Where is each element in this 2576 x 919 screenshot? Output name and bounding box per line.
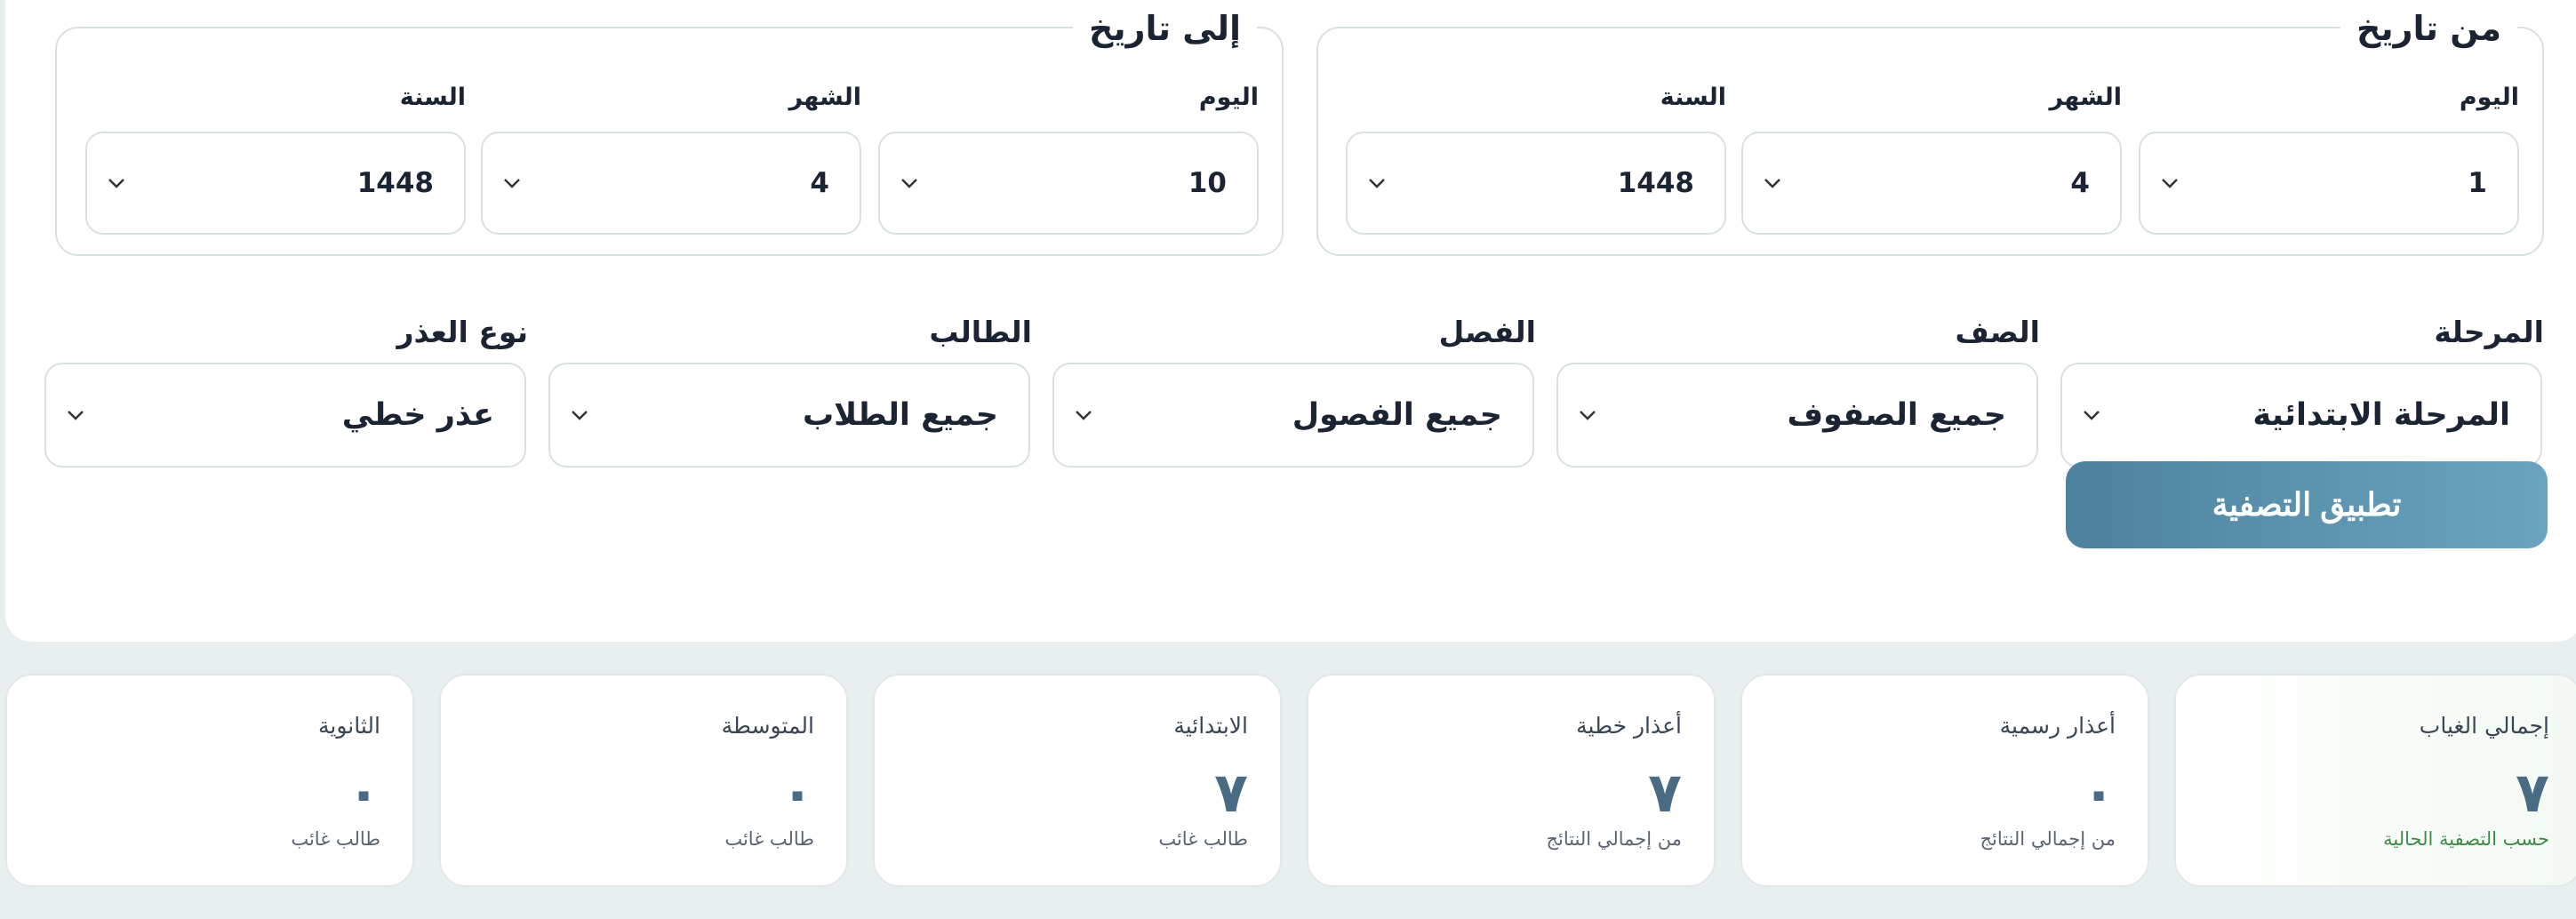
stat-subtitle: من إجمالي النتائج [1546, 828, 1682, 850]
student-select[interactable]: جميع الطلاب [548, 363, 1030, 467]
stat-card-secondary: الثانوية ٠ طالب غائب [5, 674, 414, 887]
stat-title: أعذار رسمية [1999, 713, 2116, 739]
stat-subtitle: طالب غائب [291, 828, 380, 850]
stat-subtitle: من إجمالي النتائج [1980, 828, 2116, 850]
to-month-value: 4 [810, 167, 829, 199]
to-year-value: 1448 [356, 167, 434, 199]
stat-value: ٧ [1648, 760, 1682, 825]
from-day-select[interactable]: 1 [2139, 132, 2519, 235]
to-date-group: إلى تاريخ اليوم الشهر السنة 10 4 1448 [55, 4, 1284, 256]
stat-title: المتوسطة [721, 713, 814, 739]
from-year-value: 1448 [1617, 167, 1694, 199]
stage-value: المرحلة الابتدائية [2252, 397, 2510, 433]
stat-title: أعذار خطية [1576, 713, 1682, 739]
stat-title: الابتدائية [1173, 713, 1248, 739]
stat-subtitle: طالب غائب [724, 828, 814, 850]
stat-value: ٠ [2082, 760, 2116, 825]
class-value: جميع الفصول [1292, 397, 1502, 433]
stat-value: ٠ [347, 760, 380, 825]
chevron-down-icon [572, 411, 588, 420]
chevron-down-icon [1764, 179, 1780, 188]
chevron-down-icon [1580, 411, 1596, 420]
stat-card-written-excuses: أعذار خطية ٧ من إجمالي النتائج [1307, 674, 1716, 887]
chevron-down-icon [68, 411, 84, 420]
stage-select[interactable]: المرحلة الابتدائية [2060, 363, 2542, 467]
stat-value: ٧ [1214, 760, 1248, 825]
to-month-select[interactable]: 4 [481, 132, 861, 235]
to-year-label: السنة [399, 84, 466, 111]
from-day-label: اليوم [2459, 84, 2519, 111]
stat-title: الثانوية [318, 713, 380, 739]
to-day-value: 10 [1188, 167, 1227, 199]
grade-value: جميع الصفوف [1787, 397, 2007, 433]
from-month-value: 4 [2070, 167, 2090, 199]
from-year-label: السنة [1660, 84, 1726, 111]
chevron-down-icon [108, 179, 124, 188]
excuse-type-select[interactable]: عذر خطي [44, 363, 526, 467]
from-year-select[interactable]: 1448 [1346, 132, 1726, 235]
to-month-label: الشهر [788, 84, 862, 111]
from-date-legend: من تاريخ [2340, 4, 2517, 53]
to-day-label: اليوم [1198, 84, 1259, 111]
excuse-type-value: عذر خطي [341, 397, 494, 433]
stat-subtitle: طالب غائب [1158, 828, 1248, 850]
from-day-value: 1 [2468, 167, 2487, 199]
stat-subtitle: حسب التصفية الحالية [2383, 828, 2549, 850]
to-day-select[interactable]: 10 [878, 132, 1259, 235]
student-label: الطالب [929, 315, 1032, 349]
stat-value: ٧ [2516, 760, 2549, 825]
class-select[interactable]: جميع الفصول [1052, 363, 1534, 467]
class-label: الفصل [1438, 315, 1536, 349]
from-date-group: من تاريخ اليوم الشهر السنة 1 4 1448 [1316, 4, 2544, 256]
chevron-down-icon [1076, 411, 1092, 420]
chevron-down-icon [2162, 179, 2178, 188]
chevron-down-icon [2084, 411, 2100, 420]
from-month-select[interactable]: 4 [1741, 132, 2122, 235]
stat-card-total-absence: إجمالي الغياب ٧ حسب التصفية الحالية [2174, 674, 2576, 887]
stage-label: المرحلة [2434, 315, 2544, 349]
excuse-type-label: نوع العذر [396, 315, 528, 349]
student-value: جميع الطلاب [802, 397, 998, 433]
stat-card-primary: الابتدائية ٧ طالب غائب [873, 674, 1282, 887]
stat-card-official-excuses: أعذار رسمية ٠ من إجمالي النتائج [1740, 674, 2149, 887]
from-month-label: الشهر [2049, 84, 2123, 111]
chevron-down-icon [901, 179, 917, 188]
grade-select[interactable]: جميع الصفوف [1556, 363, 2038, 467]
chevron-down-icon [504, 179, 520, 188]
stat-card-intermediate: المتوسطة ٠ طالب غائب [439, 674, 848, 887]
chevron-down-icon [1369, 179, 1385, 188]
to-date-legend: إلى تاريخ [1072, 4, 1257, 53]
to-year-select[interactable]: 1448 [85, 132, 466, 235]
stat-title: إجمالي الغياب [2419, 713, 2549, 739]
grade-label: الصف [1955, 315, 2040, 349]
stat-value: ٠ [780, 760, 814, 825]
apply-filter-button[interactable]: تطبيق التصفية [2066, 461, 2548, 548]
filter-panel: من تاريخ اليوم الشهر السنة 1 4 1448 إلى … [5, 0, 2576, 642]
